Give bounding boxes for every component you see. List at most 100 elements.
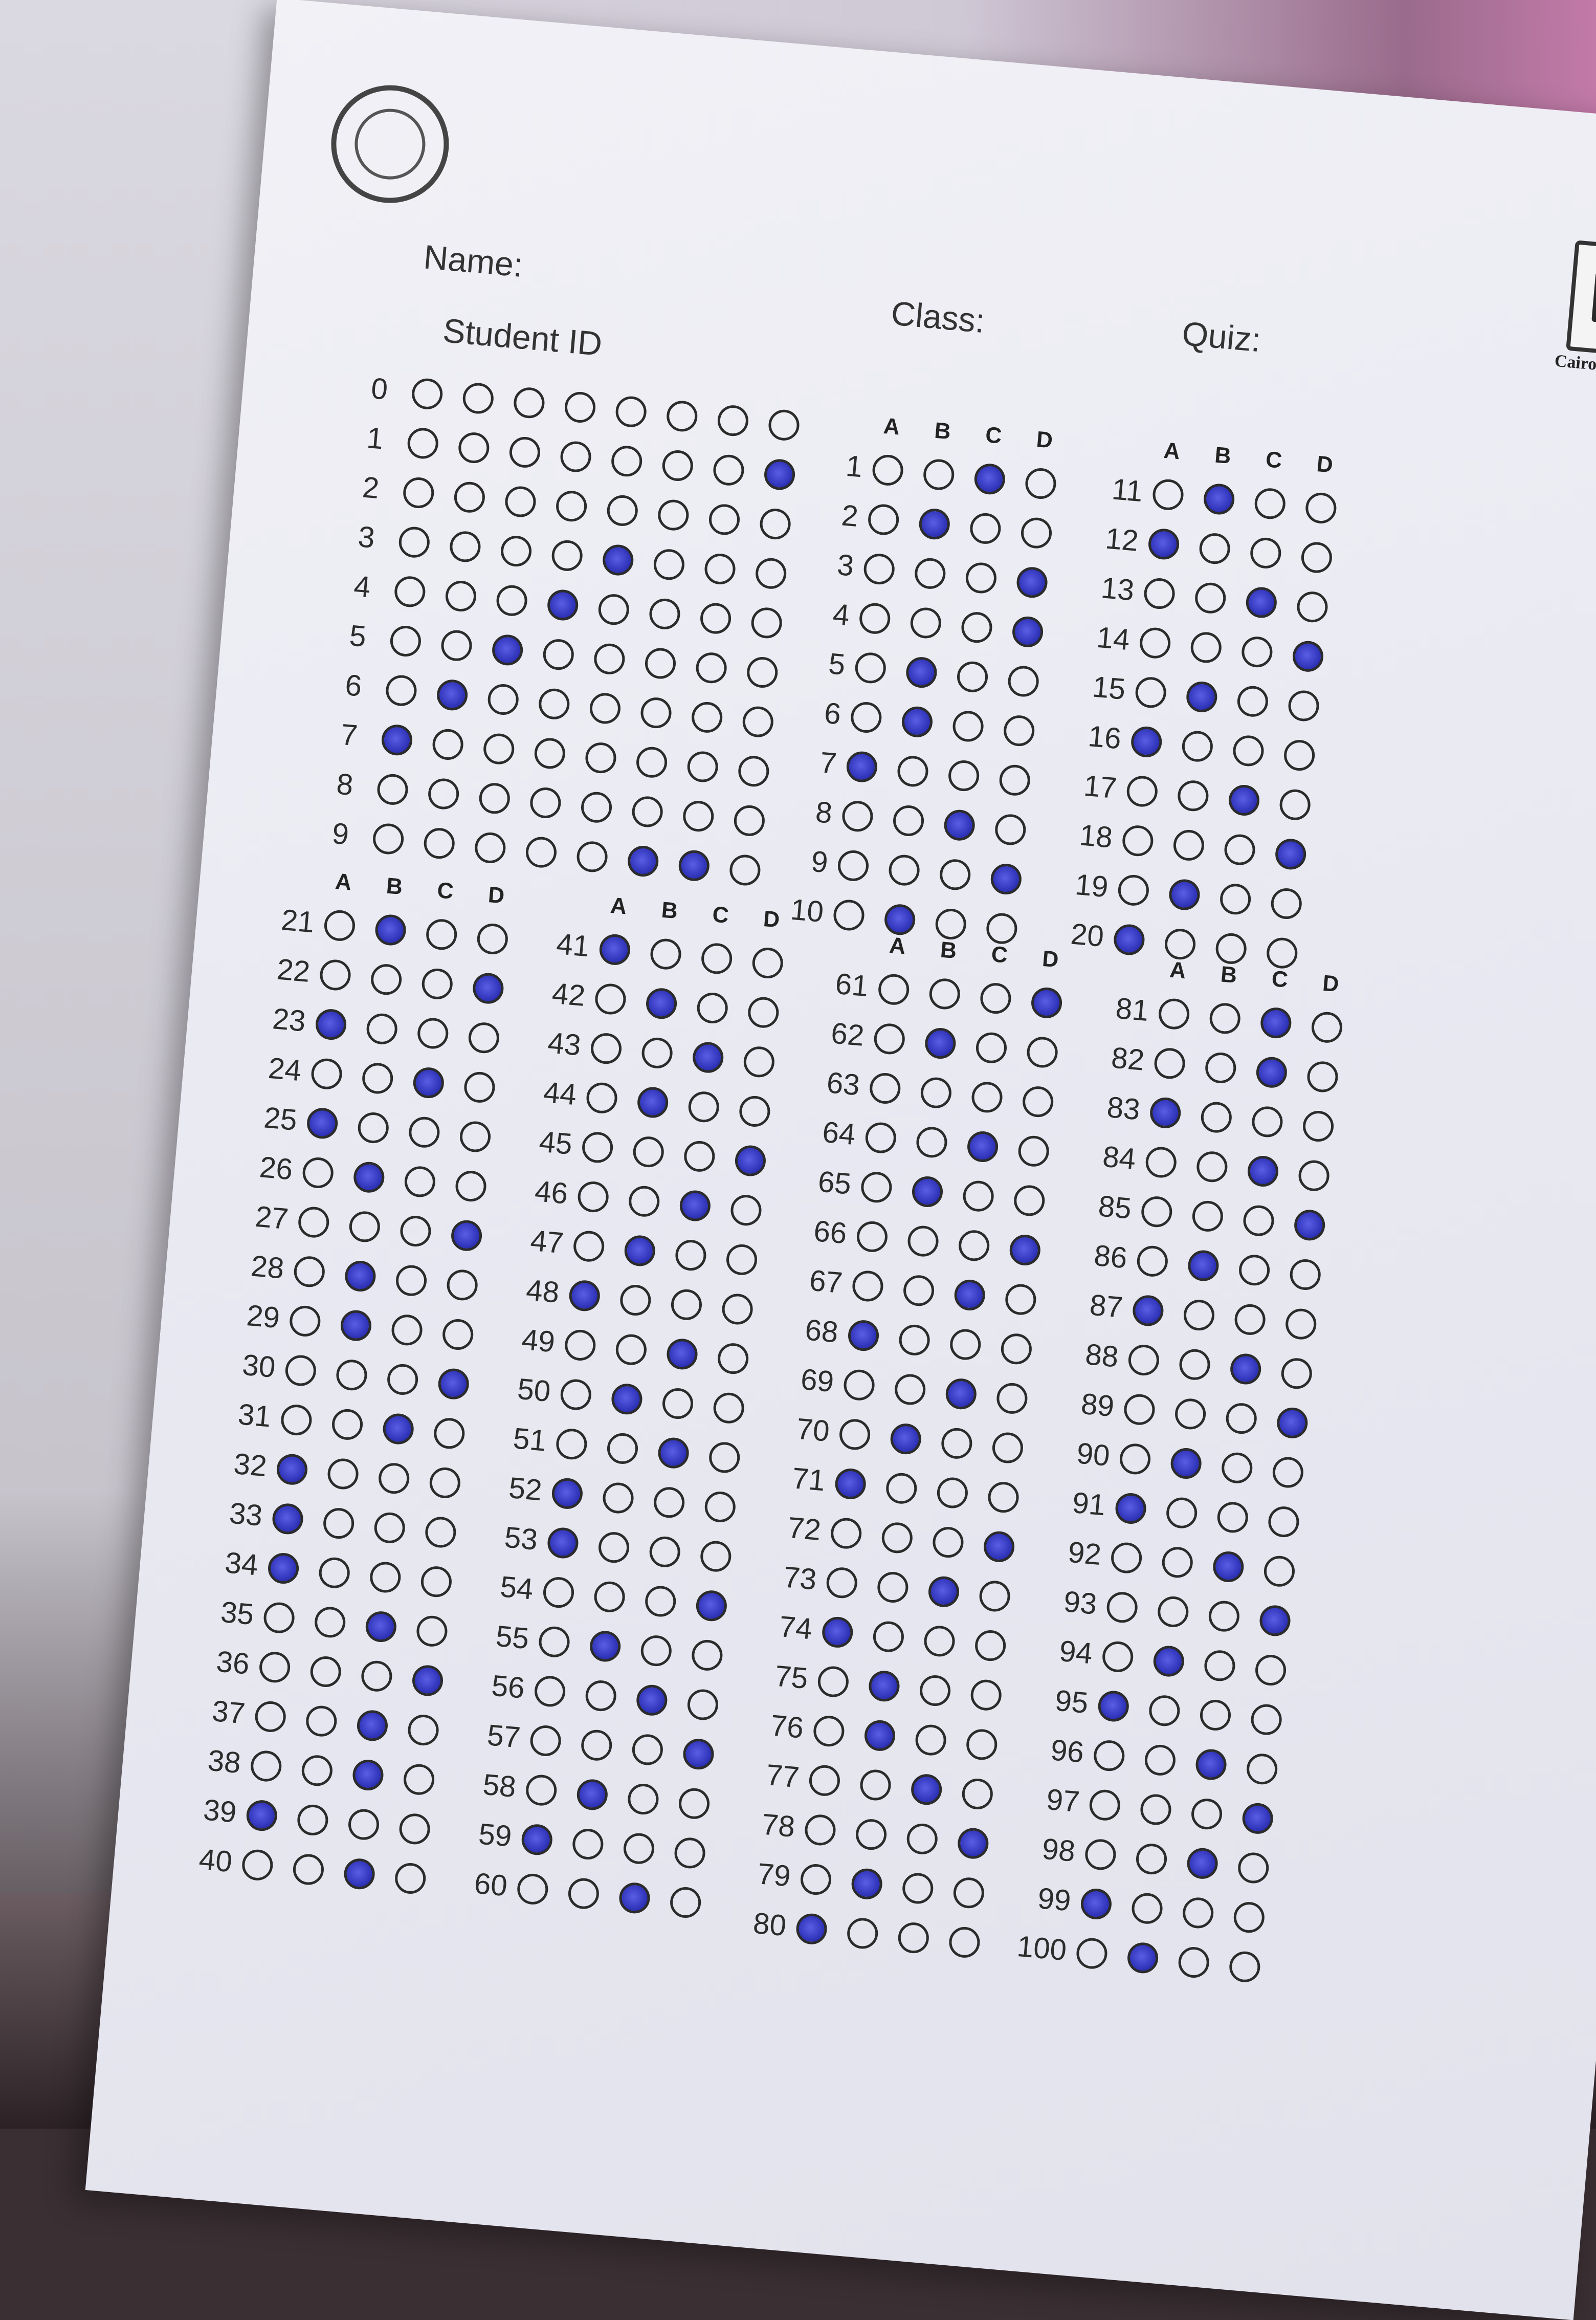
student-id-bubble[interactable] (588, 691, 622, 725)
student-id-bubble[interactable] (406, 426, 440, 460)
student-id-bubble[interactable] (499, 534, 533, 568)
answer-bubble[interactable] (859, 1170, 893, 1204)
answer-bubble[interactable] (1186, 1847, 1220, 1880)
answer-bubble[interactable] (696, 991, 729, 1025)
answer-bubble[interactable] (1105, 1590, 1139, 1624)
student-id-bubble[interactable] (614, 395, 648, 429)
answer-bubble[interactable] (914, 1723, 948, 1757)
answer-bubble[interactable] (648, 1535, 682, 1569)
answer-bubble[interactable] (846, 1916, 879, 1950)
answer-bubble[interactable] (734, 1144, 767, 1178)
answer-bubble[interactable] (918, 1674, 952, 1708)
student-id-bubble[interactable] (508, 435, 542, 469)
answer-bubble[interactable] (618, 1881, 652, 1915)
answer-bubble[interactable] (1129, 725, 1163, 759)
answer-bubble[interactable] (1122, 1393, 1156, 1427)
student-id-bubble[interactable] (397, 526, 431, 559)
answer-bubble[interactable] (568, 1279, 602, 1312)
answer-bubble[interactable] (867, 502, 900, 536)
answer-bubble[interactable] (1199, 1698, 1232, 1732)
answer-bubble[interactable] (816, 1665, 850, 1699)
answer-bubble[interactable] (1240, 635, 1274, 669)
answer-bubble[interactable] (1125, 775, 1159, 808)
answer-bubble[interactable] (1218, 882, 1252, 916)
answer-bubble[interactable] (674, 1238, 707, 1272)
answer-bubble[interactable] (520, 1823, 554, 1856)
answer-bubble[interactable] (915, 1125, 948, 1159)
student-id-bubble[interactable] (644, 647, 677, 681)
answer-bubble[interactable] (555, 1427, 588, 1461)
answer-bubble[interactable] (437, 1367, 471, 1401)
answer-bubble[interactable] (873, 1022, 906, 1056)
answer-bubble[interactable] (323, 909, 357, 943)
student-id-bubble[interactable] (504, 485, 538, 518)
student-id-bubble[interactable] (575, 840, 609, 873)
answer-bubble[interactable] (606, 1432, 639, 1465)
answer-bubble[interactable] (940, 1427, 973, 1460)
answer-bubble[interactable] (957, 1229, 991, 1262)
answer-bubble[interactable] (1126, 1941, 1160, 1975)
student-id-bubble[interactable] (473, 831, 507, 865)
answer-bubble[interactable] (639, 1634, 673, 1668)
answer-bubble[interactable] (300, 1754, 334, 1787)
answer-bubble[interactable] (330, 1408, 364, 1441)
answer-bubble[interactable] (1236, 1851, 1270, 1885)
answer-bubble[interactable] (938, 858, 972, 891)
answer-bubble[interactable] (1002, 714, 1036, 748)
answer-bubble[interactable] (258, 1650, 292, 1684)
answer-bubble[interactable] (678, 1189, 712, 1222)
answer-bubble[interactable] (682, 1140, 716, 1173)
answer-bubble[interactable] (1172, 828, 1206, 862)
answer-bubble[interactable] (1231, 734, 1265, 768)
answer-bubble[interactable] (297, 1206, 330, 1239)
answer-bubble[interactable] (352, 1161, 386, 1194)
answer-bubble[interactable] (927, 1575, 961, 1609)
answer-bubble[interactable] (1173, 1397, 1207, 1431)
answer-bubble[interactable] (347, 1808, 381, 1842)
answer-bubble[interactable] (1245, 1752, 1279, 1786)
answer-bubble[interactable] (1306, 1060, 1340, 1093)
answer-bubble[interactable] (1169, 1447, 1203, 1480)
answer-bubble[interactable] (1153, 1046, 1187, 1080)
student-id-bubble[interactable] (631, 795, 664, 828)
student-id-bubble[interactable] (703, 552, 737, 586)
answer-bubble[interactable] (812, 1714, 846, 1748)
answer-bubble[interactable] (360, 1659, 393, 1693)
answer-bubble[interactable] (1207, 1600, 1241, 1633)
student-id-bubble[interactable] (681, 799, 715, 833)
answer-bubble[interactable] (1138, 626, 1172, 660)
answer-bubble[interactable] (862, 552, 896, 586)
answer-bubble[interactable] (1143, 577, 1177, 610)
student-id-bubble[interactable] (528, 786, 562, 820)
answer-bubble[interactable] (1140, 1195, 1173, 1229)
student-id-bubble[interactable] (444, 579, 478, 613)
student-id-bubble[interactable] (461, 382, 495, 415)
student-id-bubble[interactable] (584, 741, 617, 775)
answer-bubble[interactable] (377, 1461, 411, 1495)
answer-bubble[interactable] (1287, 689, 1321, 723)
answer-bubble[interactable] (901, 1872, 935, 1906)
answer-bubble[interactable] (424, 1516, 457, 1549)
answer-bubble[interactable] (1275, 1406, 1309, 1440)
answer-bubble[interactable] (877, 973, 911, 1006)
answer-bubble[interactable] (703, 1490, 737, 1524)
student-id-bubble[interactable] (478, 781, 512, 815)
answer-bubble[interactable] (1233, 1303, 1267, 1337)
answer-bubble[interactable] (1289, 1258, 1322, 1292)
answer-bubble[interactable] (571, 1827, 605, 1861)
answer-bubble[interactable] (970, 1080, 1004, 1114)
answer-bubble[interactable] (991, 1431, 1025, 1465)
answer-bubble[interactable] (296, 1803, 329, 1837)
answer-bubble[interactable] (840, 799, 874, 833)
answer-bubble[interactable] (598, 933, 632, 967)
answer-bubble[interactable] (293, 1255, 326, 1288)
answer-bubble[interactable] (1026, 1035, 1059, 1069)
answer-bubble[interactable] (1246, 1154, 1280, 1188)
answer-bubble[interactable] (1161, 1545, 1194, 1579)
answer-bubble[interactable] (1004, 1283, 1037, 1317)
answer-bubble[interactable] (883, 903, 917, 936)
answer-bubble[interactable] (454, 1169, 488, 1203)
answer-bubble[interactable] (902, 1274, 936, 1307)
answer-bubble[interactable] (322, 1506, 356, 1540)
answer-bubble[interactable] (1220, 1451, 1254, 1485)
